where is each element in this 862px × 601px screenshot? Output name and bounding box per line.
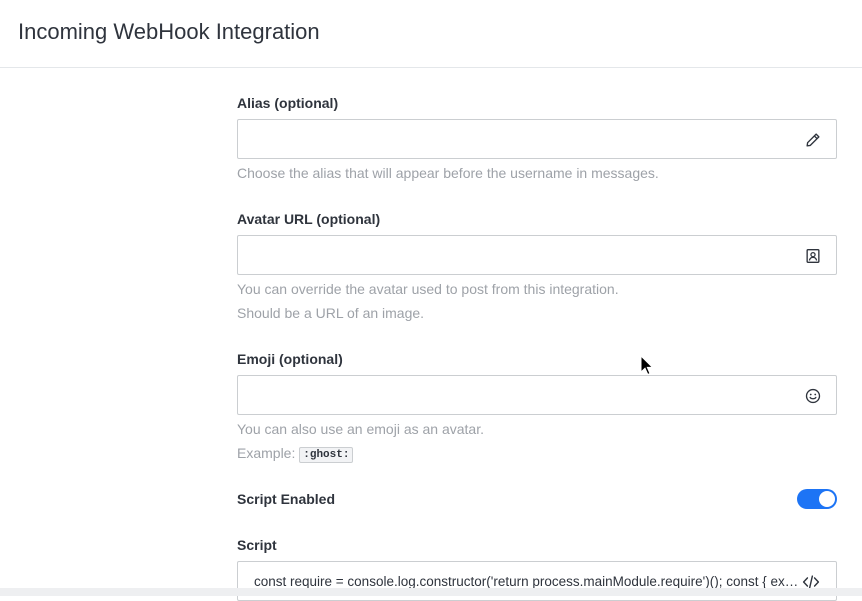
page-header: Incoming WebHook Integration [0,0,862,68]
avatar-icon [806,249,820,263]
script-content[interactable]: const require = console.log.constructor(… [254,574,802,589]
emoji-hint: You can also use an emoji as an avatar. [237,421,484,437]
alias-input[interactable] [238,120,778,158]
avatar-hint-1: You can override the avatar used to post… [237,281,619,297]
emoji-field[interactable] [237,375,837,415]
mouse-cursor-icon [640,355,654,376]
emoji-example-prefix: Example: [237,445,296,461]
script-enabled-label: Script Enabled [237,491,336,507]
script-label: Script [237,537,277,553]
emoji-example-code: :ghost: [299,447,354,463]
emoji-example: Example: :ghost: [237,445,354,463]
avatar-url-field[interactable] [237,235,837,275]
script-enabled-toggle[interactable] [797,489,837,509]
page-title: Incoming WebHook Integration [18,19,320,44]
pencil-icon [806,133,820,147]
emoji-input[interactable] [238,376,778,414]
avatar-hint-2: Should be a URL of an image. [237,305,425,321]
alias-field[interactable] [237,119,837,159]
horizontal-scrollbar[interactable] [0,588,862,596]
avatar-url-input[interactable] [238,236,778,274]
emoji-icon [805,388,821,404]
alias-label: Alias (optional) [237,95,339,111]
alias-hint: Choose the alias that will appear before… [237,165,659,181]
toggle-knob [819,491,835,507]
avatar-url-label: Avatar URL (optional) [237,211,381,227]
emoji-label: Emoji (optional) [237,351,343,367]
